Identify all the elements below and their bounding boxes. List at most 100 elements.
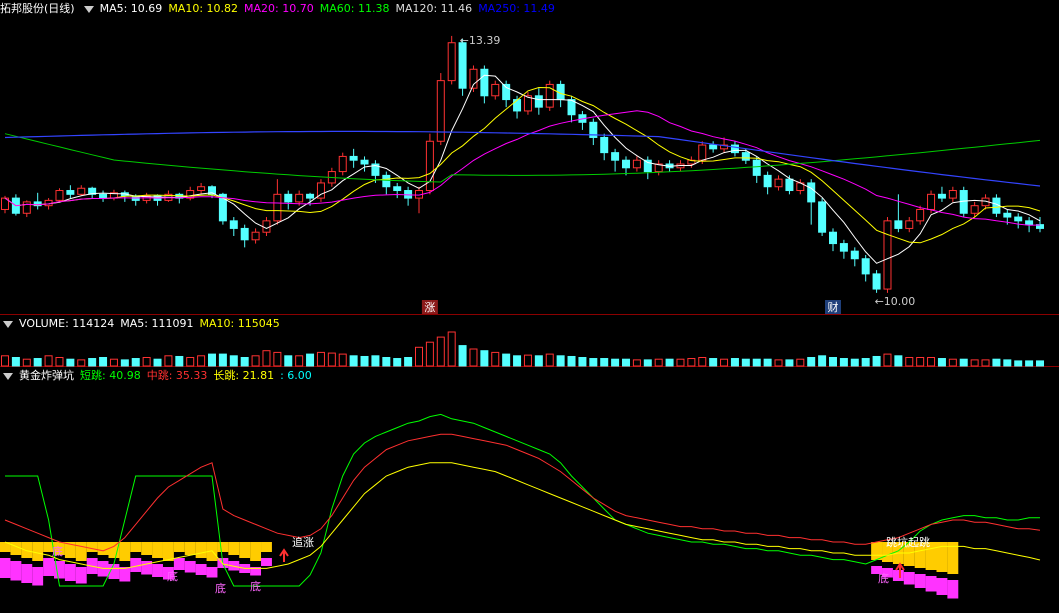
volume-bar bbox=[992, 358, 1001, 367]
volume-bar bbox=[371, 355, 380, 367]
volume-bar bbox=[611, 358, 620, 367]
volume-bar bbox=[306, 353, 315, 367]
candle-up bbox=[251, 231, 260, 241]
pit-bar-magenta bbox=[43, 558, 55, 576]
candle-down bbox=[785, 178, 794, 192]
candle-up bbox=[22, 201, 31, 214]
volume-bar bbox=[600, 358, 609, 367]
pit-bar-yellow bbox=[173, 542, 185, 552]
chase-label: 追涨 bbox=[292, 535, 314, 549]
volume-bar bbox=[687, 358, 696, 367]
event-marker: 财 bbox=[828, 300, 839, 314]
volume-bar bbox=[262, 350, 271, 367]
volume-bar bbox=[295, 355, 304, 367]
volume-bar bbox=[327, 352, 336, 367]
volume-bar bbox=[643, 359, 652, 367]
event-marker: 涨 bbox=[424, 301, 435, 314]
volume-bar bbox=[927, 357, 936, 367]
pit-bar-yellow bbox=[141, 542, 153, 555]
candle-up bbox=[197, 186, 206, 192]
volume-bar bbox=[142, 357, 151, 367]
volume-bar bbox=[22, 358, 31, 367]
volume-bar bbox=[883, 353, 892, 367]
candle-down bbox=[1003, 212, 1012, 218]
volume-bar bbox=[763, 358, 772, 367]
pit-bar-yellow bbox=[217, 542, 229, 552]
candle-down bbox=[1025, 220, 1034, 226]
candle-down bbox=[839, 243, 848, 252]
volume-bar bbox=[981, 359, 990, 367]
pit-bar-yellow bbox=[21, 542, 33, 558]
volume-bar bbox=[186, 357, 195, 367]
volume-bar bbox=[948, 358, 957, 367]
ma20-line bbox=[4, 110, 1041, 226]
volume-bar bbox=[720, 358, 729, 367]
volume-bar bbox=[218, 353, 227, 367]
pit-bar-magenta bbox=[32, 567, 44, 586]
volume-bar bbox=[698, 357, 707, 367]
volume-bar bbox=[251, 355, 260, 367]
volume-bar bbox=[480, 350, 489, 367]
pit-bar-yellow bbox=[239, 542, 251, 558]
candle-down bbox=[393, 186, 402, 192]
volume-bar bbox=[469, 348, 478, 367]
candle-up bbox=[927, 193, 936, 210]
pit-bar-yellow bbox=[119, 542, 131, 561]
high-price-label: ←13.39 bbox=[460, 34, 501, 47]
volume-bar bbox=[807, 357, 816, 367]
pit-bar-magenta bbox=[261, 558, 272, 566]
volume-bar bbox=[360, 355, 369, 367]
volume-bar bbox=[545, 353, 554, 367]
pit-bar-magenta bbox=[206, 567, 218, 578]
volume-bar bbox=[937, 358, 946, 367]
pit-bar-yellow bbox=[261, 542, 272, 552]
volume-bar bbox=[164, 355, 173, 367]
pit-bar-magenta bbox=[64, 564, 76, 581]
volume-bar bbox=[567, 355, 576, 367]
volume-bar bbox=[415, 346, 423, 367]
pit-bar-yellow bbox=[97, 542, 109, 555]
pit-bar-yellow bbox=[195, 542, 207, 558]
candle-up bbox=[698, 144, 707, 161]
candle-up bbox=[262, 220, 271, 233]
pit-bar-magenta bbox=[0, 558, 11, 578]
pit-bar-magenta bbox=[10, 561, 22, 581]
pit-bar-magenta bbox=[925, 576, 937, 592]
volume-bar bbox=[970, 359, 979, 367]
candle-down bbox=[229, 220, 238, 229]
volume-bar bbox=[959, 358, 968, 367]
pit-bar-yellow bbox=[32, 542, 44, 561]
pit-label: 底 bbox=[878, 571, 889, 585]
buy-arrow-icon bbox=[279, 548, 289, 562]
pit-bar-magenta bbox=[173, 558, 185, 570]
volume-bar bbox=[338, 353, 347, 367]
volume-bar bbox=[1036, 360, 1044, 367]
candle-up bbox=[273, 193, 282, 222]
volume-bar bbox=[730, 358, 739, 367]
volume-layer bbox=[1, 331, 1044, 367]
candle-up bbox=[55, 190, 64, 201]
bounce-label: 跳坑起跳 bbox=[886, 535, 930, 549]
volume-bar bbox=[425, 341, 434, 367]
pit-bar-magenta bbox=[195, 564, 207, 575]
pit-bar-yellow bbox=[130, 542, 142, 552]
volume-bar bbox=[796, 358, 805, 367]
candle-down bbox=[458, 42, 467, 89]
volume-bar bbox=[502, 353, 511, 367]
candle-up bbox=[77, 187, 86, 195]
volume-bar bbox=[654, 358, 663, 367]
volume-bar bbox=[556, 355, 565, 367]
candle-down bbox=[306, 193, 315, 199]
candle-down bbox=[709, 144, 718, 150]
volume-bar bbox=[709, 358, 718, 367]
candle-down bbox=[600, 136, 609, 154]
volume-bar bbox=[99, 357, 108, 367]
low-price-label: ←10.00 bbox=[875, 295, 916, 308]
volume-bar bbox=[208, 353, 216, 367]
pit-bar-yellow bbox=[152, 542, 163, 558]
candle-down bbox=[861, 258, 870, 275]
volume-bar bbox=[316, 351, 325, 367]
candle-down bbox=[894, 220, 903, 229]
candle-down bbox=[99, 193, 108, 199]
candle-down bbox=[741, 152, 750, 161]
